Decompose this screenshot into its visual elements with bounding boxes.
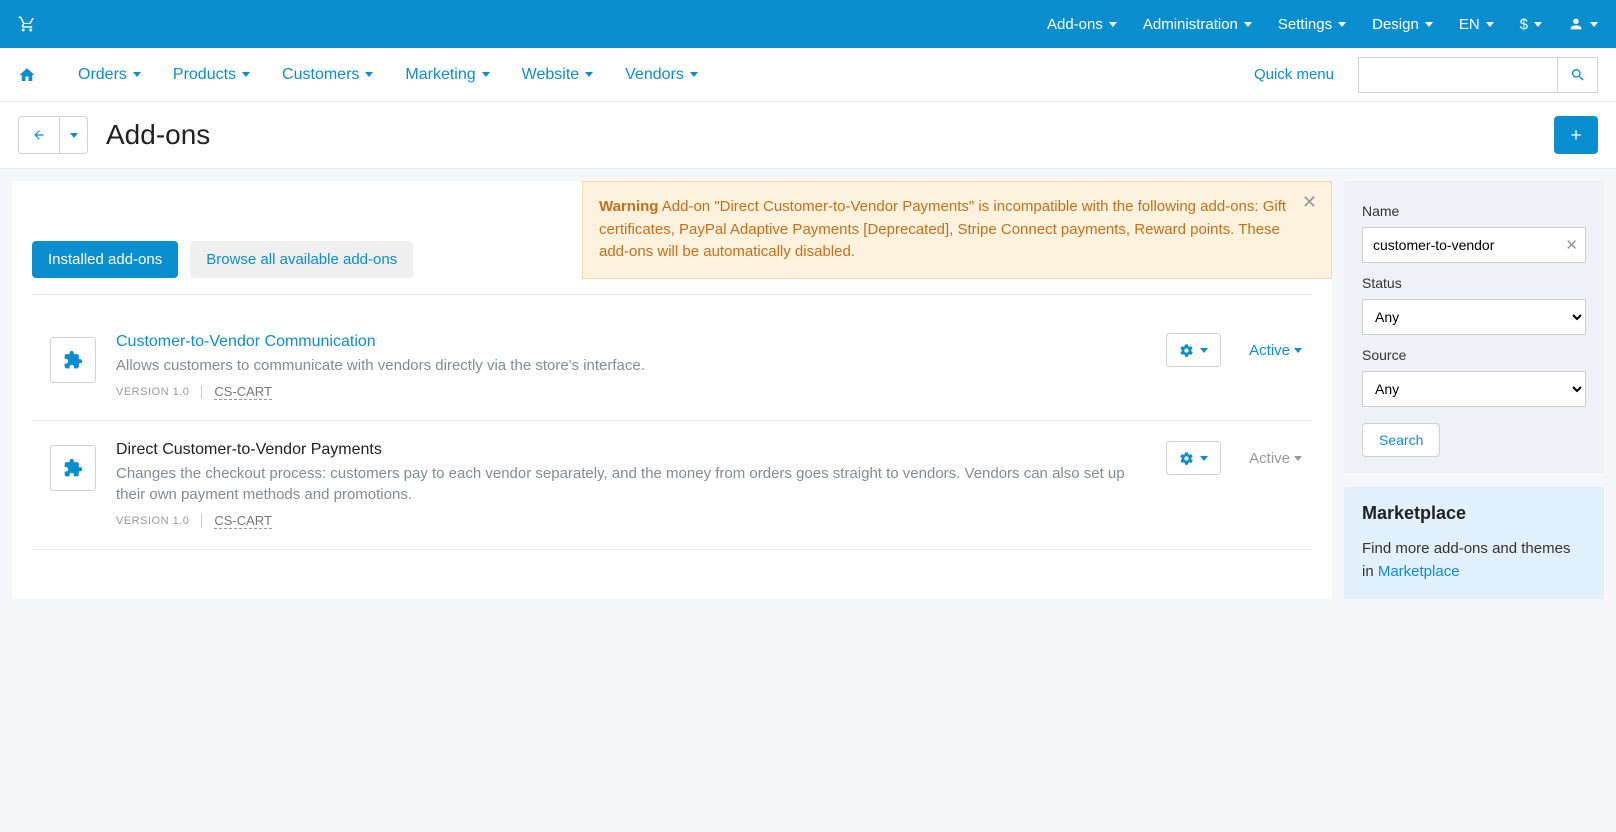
marketplace-text: Find more add-ons and themes in Marketpl… bbox=[1362, 538, 1586, 583]
topbar-user[interactable] bbox=[1568, 16, 1598, 32]
warning-label: Warning bbox=[599, 198, 658, 215]
nav-marketing[interactable]: Marketing bbox=[405, 66, 489, 84]
page-title: Add-ons bbox=[106, 119, 210, 151]
cart-icon[interactable] bbox=[18, 15, 36, 33]
warning-close[interactable]: ✕ bbox=[1302, 192, 1317, 213]
global-search-input[interactable] bbox=[1358, 57, 1558, 93]
filter-name-label: Name bbox=[1362, 203, 1586, 219]
addon-status[interactable]: Active bbox=[1249, 450, 1302, 467]
filter-search-button[interactable]: Search bbox=[1362, 423, 1440, 457]
warning-alert: Warning Add-on "Direct Customer-to-Vendo… bbox=[582, 181, 1332, 279]
addon-version: VERSION 1.0 bbox=[116, 386, 189, 398]
filter-status-label: Status bbox=[1362, 275, 1586, 291]
addon-version: VERSION 1.0 bbox=[116, 515, 189, 527]
nav-vendors[interactable]: Vendors bbox=[625, 66, 698, 84]
addon-description: Allows customers to communicate with ven… bbox=[116, 355, 1146, 376]
marketplace-panel: Marketplace Find more add-ons and themes… bbox=[1344, 487, 1604, 599]
addon-status[interactable]: Active bbox=[1249, 342, 1302, 359]
nav-website[interactable]: Website bbox=[522, 66, 594, 84]
topbar-design[interactable]: Design bbox=[1372, 16, 1433, 33]
addon-row: Customer-to-Vendor Communication Allows … bbox=[32, 313, 1312, 421]
puzzle-icon bbox=[50, 445, 96, 491]
topbar-settings[interactable]: Settings bbox=[1278, 16, 1346, 33]
filter-source-label: Source bbox=[1362, 347, 1586, 363]
addon-title[interactable]: Customer-to-Vendor Communication bbox=[116, 333, 1146, 351]
addon-author[interactable]: CS-CART bbox=[214, 513, 272, 529]
topbar-currency[interactable]: $ bbox=[1520, 16, 1542, 33]
nav-customers[interactable]: Customers bbox=[282, 66, 373, 84]
topbar-addons[interactable]: Add-ons bbox=[1047, 16, 1117, 33]
navbar: Orders Products Customers Marketing Webs… bbox=[0, 48, 1616, 102]
quick-menu[interactable]: Quick menu bbox=[1254, 66, 1334, 83]
topbar: Add-ons Administration Settings Design E… bbox=[0, 0, 1616, 48]
addon-title: Direct Customer-to-Vendor Payments bbox=[116, 441, 1146, 459]
marketplace-link[interactable]: Marketplace bbox=[1378, 563, 1460, 580]
content: Warning Add-on "Direct Customer-to-Vendo… bbox=[12, 181, 1332, 599]
addon-settings-button[interactable] bbox=[1166, 333, 1221, 367]
filter-status-select[interactable]: Any bbox=[1362, 299, 1586, 335]
filter-panel: Name ✕ Status Any Source Any Search bbox=[1344, 181, 1604, 473]
marketplace-title: Marketplace bbox=[1362, 503, 1586, 524]
addon-author[interactable]: CS-CART bbox=[214, 384, 272, 400]
addon-list: Customer-to-Vendor Communication Allows … bbox=[32, 313, 1312, 550]
filter-source-select[interactable]: Any bbox=[1362, 371, 1586, 407]
global-search-button[interactable] bbox=[1558, 57, 1598, 93]
nav-orders[interactable]: Orders bbox=[78, 66, 141, 84]
home-icon[interactable] bbox=[18, 66, 56, 84]
addon-settings-button[interactable] bbox=[1166, 441, 1221, 475]
warning-text: Add-on "Direct Customer-to-Vendor Paymen… bbox=[599, 198, 1286, 260]
nav-products[interactable]: Products bbox=[173, 66, 250, 84]
puzzle-icon bbox=[50, 337, 96, 383]
topbar-language[interactable]: EN bbox=[1459, 16, 1494, 33]
addon-description: Changes the checkout process: customers … bbox=[116, 463, 1146, 505]
filter-name-input[interactable] bbox=[1362, 227, 1586, 263]
page-header: Add-ons bbox=[0, 102, 1616, 169]
topbar-administration[interactable]: Administration bbox=[1143, 16, 1252, 33]
addon-row: Direct Customer-to-Vendor Payments Chang… bbox=[32, 421, 1312, 550]
topbar-right: Add-ons Administration Settings Design E… bbox=[1047, 16, 1598, 33]
back-dropdown[interactable] bbox=[60, 116, 88, 154]
add-button[interactable] bbox=[1554, 116, 1598, 154]
tab-installed[interactable]: Installed add-ons bbox=[32, 241, 178, 278]
filter-name-clear[interactable]: ✕ bbox=[1565, 236, 1578, 254]
back-button[interactable] bbox=[18, 116, 60, 154]
sidebar: Name ✕ Status Any Source Any Search Mark… bbox=[1344, 181, 1604, 599]
tab-browse[interactable]: Browse all available add-ons bbox=[190, 241, 413, 278]
